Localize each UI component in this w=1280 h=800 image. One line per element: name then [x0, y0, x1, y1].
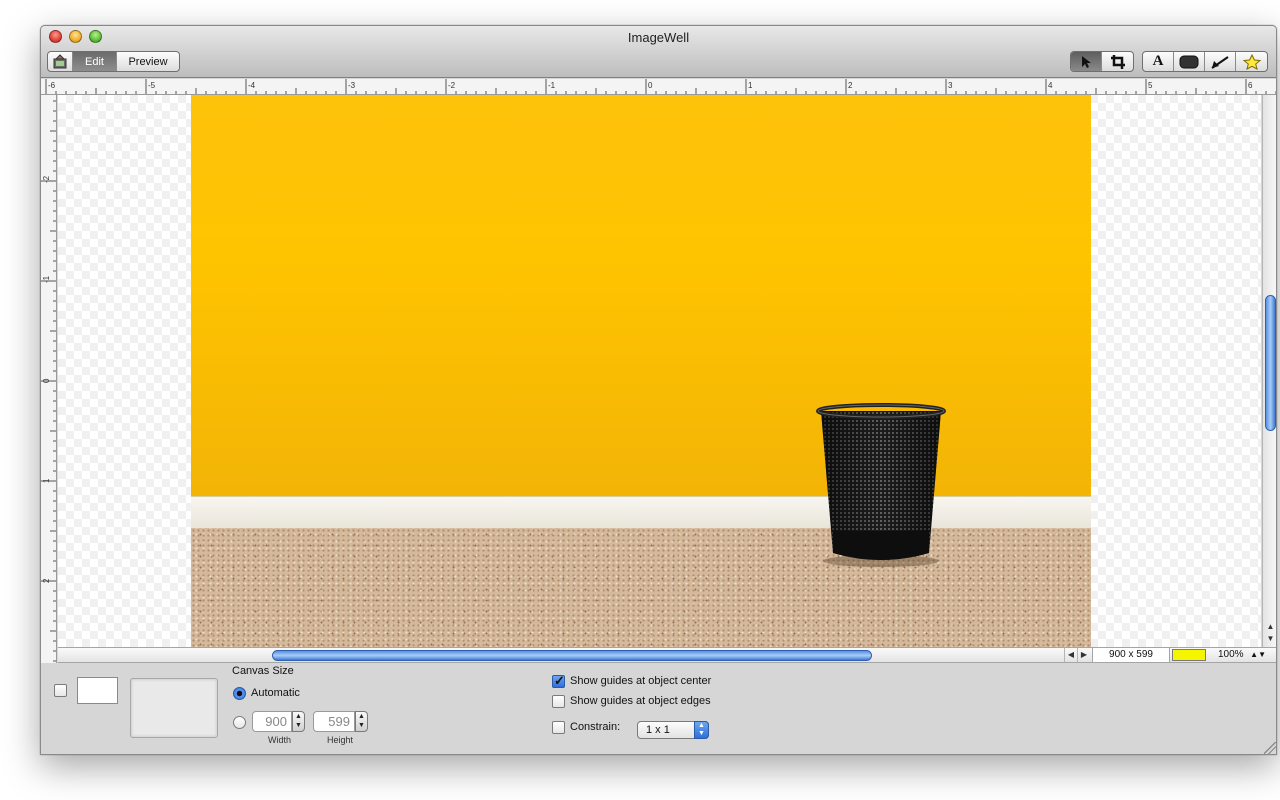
title-bar: ImageWell Edit Preview A: [41, 26, 1276, 78]
app-icon-button[interactable]: [48, 52, 73, 71]
guides-center-label: Show guides at object center: [570, 675, 712, 687]
guides-center-checkbox[interactable]: [552, 673, 565, 689]
width-field[interactable]: 900: [252, 711, 292, 732]
height-stepper[interactable]: ▲ ▼: [355, 711, 368, 732]
ruler-label: 5: [1148, 81, 1153, 90]
pointer-tool-icon: [1082, 55, 1091, 68]
resize-grip-icon[interactable]: [1264, 742, 1276, 754]
ruler-label: -3: [348, 81, 356, 90]
constrain-value: 1 x 1: [646, 724, 670, 736]
yellow-wall: [191, 95, 1091, 496]
width-stepper[interactable]: ▲ ▼: [292, 711, 305, 732]
guides-edges-label: Show guides at object edges: [570, 695, 711, 707]
ruler-label: -4: [248, 81, 256, 90]
mode-segmented-control: Edit Preview: [47, 51, 180, 72]
status-bar: ◀ ▶ 900 x 599 100% ▲▼: [58, 647, 1276, 663]
rounded-rect-tool-button[interactable]: [1174, 52, 1205, 71]
scroll-left-arrow[interactable]: ◀: [1064, 648, 1077, 662]
zoom-value: 100%: [1218, 649, 1244, 660]
rounded-rect-tool-icon: [1179, 55, 1199, 68]
vertical-scrollbar[interactable]: ▲ ▼: [1262, 95, 1276, 647]
height-caption: Height: [327, 735, 354, 745]
scroll-right-arrow[interactable]: ▶: [1077, 648, 1090, 662]
ruler-label: 2: [42, 578, 51, 583]
baseboard: [191, 496, 1091, 528]
background-checkbox[interactable]: [54, 684, 67, 697]
canvas-preview-well[interactable]: [130, 678, 218, 738]
crop-tool-icon: [1110, 54, 1125, 69]
ruler-label: 1: [42, 478, 51, 483]
ruler-label: 0: [648, 81, 653, 90]
carpet-floor: [191, 528, 1091, 647]
shape-star-tool-icon: [1242, 53, 1261, 70]
pointer-tool-button[interactable]: [1071, 52, 1102, 71]
automatic-label: Automatic: [251, 687, 300, 699]
zoom-stepper-icon: ▲▼: [1250, 650, 1266, 659]
horizontal-ruler-ticks: -6 -5 -4 -3 -2 -1 0 1 2 3 4 5 6: [45, 79, 1276, 94]
width-caption: Width: [268, 735, 292, 745]
line-tool-icon: [1211, 55, 1229, 69]
line-tool-button[interactable]: [1205, 52, 1236, 71]
popup-arrows-icon: ▲ ▼: [694, 721, 709, 739]
ruler-label: 3: [948, 81, 953, 90]
ruler-label: 6: [1248, 81, 1253, 90]
constrain-label: Constrain:: [570, 721, 621, 733]
tab-edit[interactable]: Edit: [73, 52, 117, 71]
image-canvas[interactable]: [58, 95, 1261, 647]
tab-preview[interactable]: Preview: [117, 52, 179, 71]
main-window: ImageWell Edit Preview A -6 -5 -4 -3 -2 …: [40, 25, 1277, 755]
inspector-panel: Canvas Size Automatic 900 ▲ ▼ 599 ▲ ▼ Widt…: [41, 664, 1276, 754]
zoom-popup[interactable]: 100% ▲▼: [1210, 648, 1270, 662]
photo-image[interactable]: [191, 95, 1091, 647]
horizontal-scroll-thumb[interactable]: [272, 650, 872, 661]
ruler-label: -1: [548, 81, 556, 90]
background-color-well[interactable]: [77, 677, 118, 704]
ruler-label: 2: [848, 81, 853, 90]
guides-edges-checkbox[interactable]: [552, 695, 565, 708]
vertical-scroll-thumb[interactable]: [1265, 295, 1276, 431]
image-dimensions: 900 x 599: [1092, 648, 1170, 662]
color-well[interactable]: [1172, 649, 1206, 661]
drawing-tools: A: [1142, 51, 1268, 72]
horizontal-ruler: -6 -5 -4 -3 -2 -1 0 1 2 3 4 5 6: [41, 79, 1276, 95]
constrain-popup[interactable]: 1 x 1 ▲ ▼: [637, 721, 709, 739]
vertical-ruler-ticks: -2-10123: [41, 100, 56, 662]
canvas-size-title: Canvas Size: [232, 665, 294, 677]
ruler-label: -1: [42, 275, 51, 283]
app-icon: [53, 53, 67, 68]
custom-size-radio[interactable]: [233, 716, 246, 729]
text-tool-button[interactable]: A: [1143, 52, 1174, 71]
vertical-ruler: -2-10123: [41, 95, 57, 663]
horizontal-scrollbar[interactable]: [58, 648, 1074, 662]
automatic-radio[interactable]: [233, 687, 246, 700]
ruler-label: -2: [42, 175, 51, 183]
tool-palette: A: [1070, 51, 1268, 72]
height-field[interactable]: 599: [313, 711, 355, 732]
ruler-label: -2: [448, 81, 456, 90]
window-title: ImageWell: [627, 30, 690, 45]
scroll-up-arrow[interactable]: ▲: [1263, 621, 1276, 633]
constrain-checkbox[interactable]: [552, 721, 565, 734]
ruler-label: 1: [748, 81, 753, 90]
ruler-label: 4: [1048, 81, 1053, 90]
ruler-label: -6: [48, 81, 56, 90]
ruler-label: -5: [148, 81, 156, 90]
wastebasket: [816, 403, 946, 567]
text-tool-icon: A: [1152, 53, 1164, 69]
crop-tool-button[interactable]: [1102, 52, 1133, 71]
shape-tool-button[interactable]: [1236, 52, 1267, 71]
selection-tools: [1070, 51, 1134, 72]
scroll-down-arrow[interactable]: ▼: [1263, 633, 1276, 645]
ruler-label: 0: [42, 378, 51, 383]
